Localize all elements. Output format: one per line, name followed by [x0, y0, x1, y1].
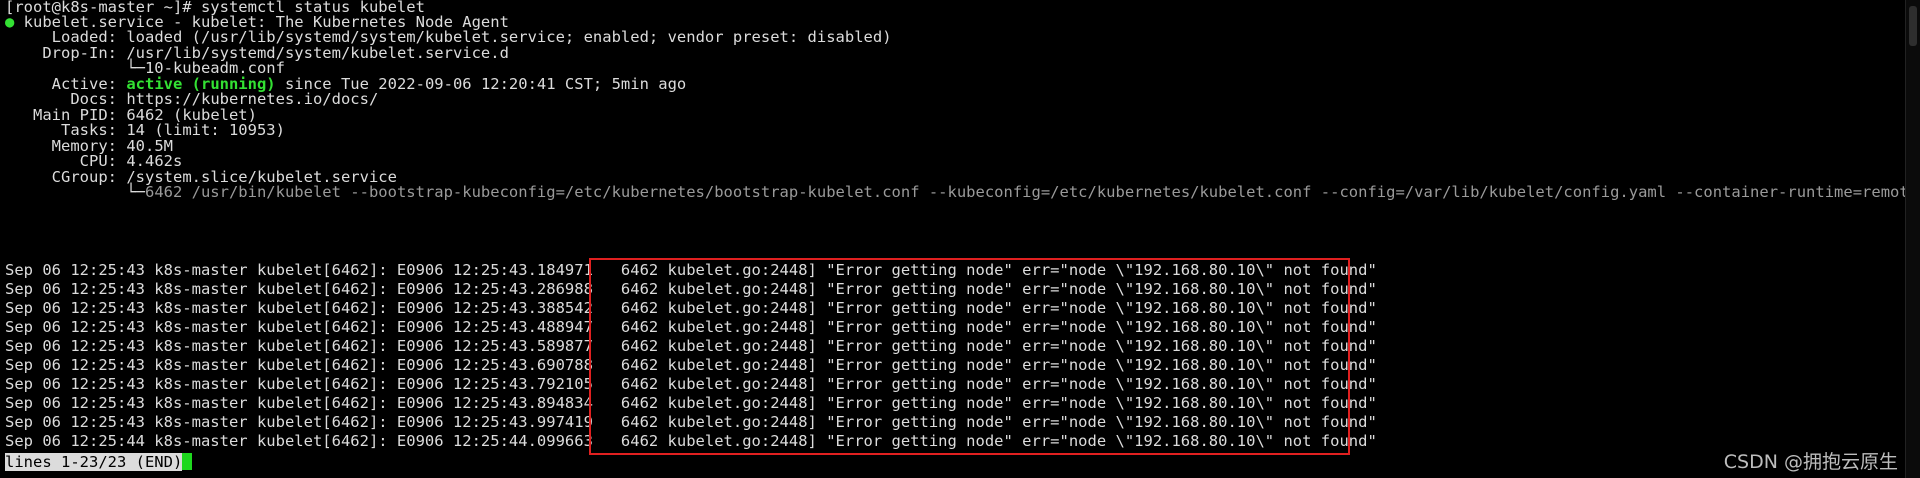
log-prefix: Sep 06 12:25:43 k8s-master kubelet[6462]…: [5, 394, 593, 412]
scrollbar-thumb[interactable]: [1909, 6, 1917, 46]
watermark: CSDN @拥抱云原生: [1723, 451, 1898, 473]
terminal-cursor: [182, 453, 193, 470]
log-prefix: Sep 06 12:25:43 k8s-master kubelet[6462]…: [5, 337, 593, 355]
log-prefix: Sep 06 12:25:43 k8s-master kubelet[6462]…: [5, 375, 593, 393]
cgroup-prefix: └─: [5, 183, 145, 201]
cgroup-child: 6462 /usr/bin/kubelet --bootstrap-kubeco…: [144, 183, 1920, 201]
log-prefix: Sep 06 12:25:43 k8s-master kubelet[6462]…: [5, 261, 593, 279]
log-prefix: Sep 06 12:25:43 k8s-master kubelet[6462]…: [5, 318, 593, 336]
log-prefix: Sep 06 12:25:44 k8s-master kubelet[6462]…: [5, 432, 593, 450]
log-prefix: Sep 06 12:25:43 k8s-master kubelet[6462]…: [5, 413, 593, 431]
log-prefix: Sep 06 12:25:43 k8s-master kubelet[6462]…: [5, 299, 593, 317]
cgroup-child-line: └─6462 /usr/bin/kubelet --bootstrap-kube…: [5, 183, 1920, 202]
pager-status-line: lines 1-23/23 (END): [5, 453, 193, 472]
error-highlight-box: [589, 258, 1350, 455]
log-prefix: Sep 06 12:25:43 k8s-master kubelet[6462]…: [5, 280, 593, 298]
pager-status: lines 1-23/23 (END): [5, 453, 183, 471]
log-prefix: Sep 06 12:25:43 k8s-master kubelet[6462]…: [5, 356, 593, 374]
scrollbar[interactable]: [1905, 0, 1920, 478]
